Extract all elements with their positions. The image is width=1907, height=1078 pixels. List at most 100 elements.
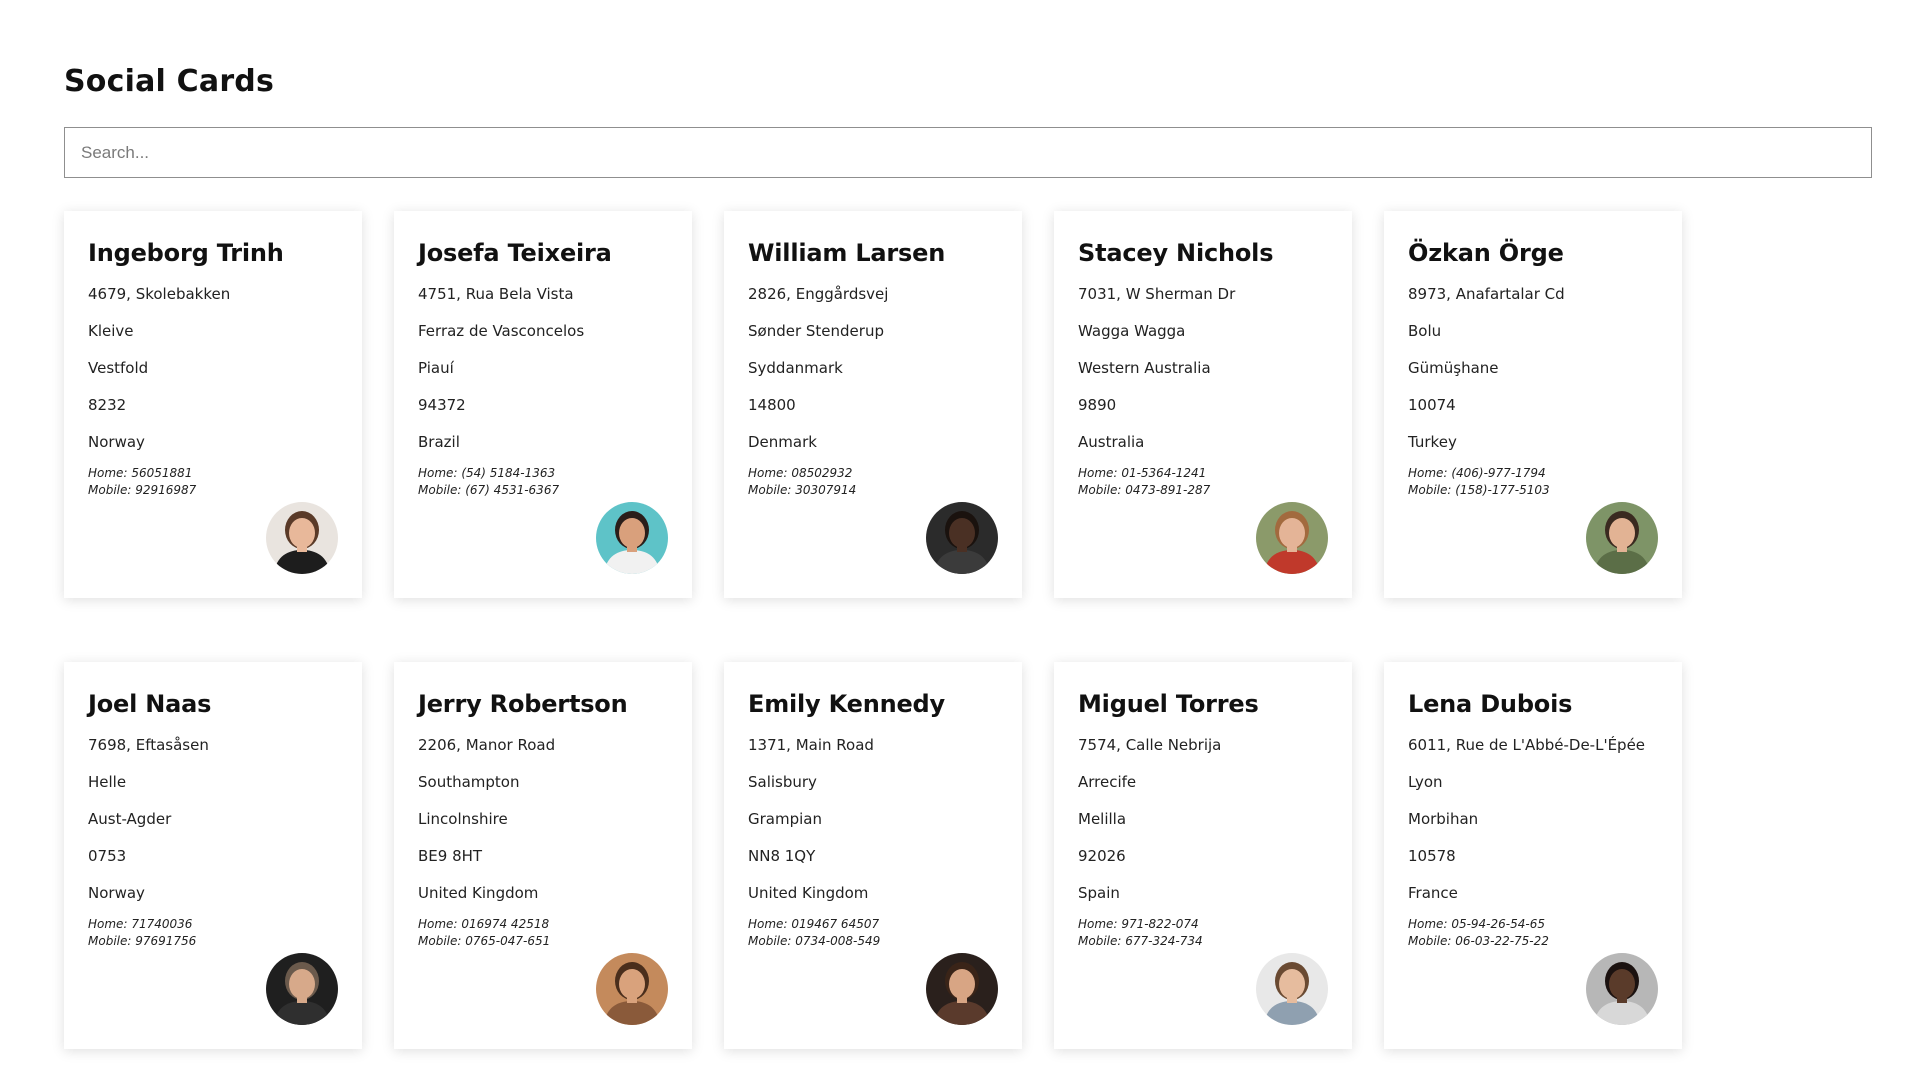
address-state: Gümüşhane (1408, 359, 1499, 377)
mobile-phone-label: Mobile: (88, 483, 132, 497)
social-card: Ingeborg Trinh 4679, Skolebakken Kleive … (64, 211, 362, 598)
avatar-photo-icon (1256, 953, 1328, 1025)
home-phone: Home: 019467 64507 (748, 916, 998, 933)
address-street: 4679, Skolebakken (88, 285, 231, 303)
address-postcode: 9890 (1078, 396, 1117, 414)
home-phone-value: 71740036 (131, 917, 193, 931)
mobile-phone: Mobile: 0473-891-287 (1078, 482, 1328, 499)
mobile-phone-value: 92916987 (135, 483, 197, 497)
card-name: Miguel Torres (1078, 690, 1259, 718)
phone-block: Home: 56051881 Mobile: 92916987 (88, 465, 338, 499)
home-phone-label: Home: (88, 466, 128, 480)
address-country: Norway (88, 433, 145, 451)
mobile-phone-value: (158)-177-5103 (1455, 483, 1550, 497)
avatar (1586, 502, 1658, 574)
home-phone-label: Home: (1408, 917, 1448, 931)
address-country: France (1408, 884, 1458, 902)
home-phone: Home: (54) 5184-1363 (418, 465, 668, 482)
address-country: Denmark (748, 433, 817, 451)
avatar-photo-icon (266, 953, 338, 1025)
home-phone-value: (54) 5184-1363 (461, 466, 556, 480)
home-phone-value: 016974 42518 (461, 917, 550, 931)
home-phone: Home: 08502932 (748, 465, 998, 482)
mobile-phone-value: 97691756 (135, 934, 197, 948)
address-street: 2206, Manor Road (418, 736, 556, 754)
home-phone: Home: (406)-977-1794 (1408, 465, 1658, 482)
address-city: Ferraz de Vasconcelos (418, 322, 585, 340)
address-city: Southampton (418, 773, 520, 791)
mobile-phone-value: (67) 4531-6367 (465, 483, 560, 497)
address-city: Lyon (1408, 773, 1443, 791)
address-country: Spain (1078, 884, 1120, 902)
avatar-photo-icon (1586, 502, 1658, 574)
address-country: Norway (88, 884, 145, 902)
avatar (596, 502, 668, 574)
mobile-phone-value: 30307914 (795, 483, 857, 497)
phone-block: Home: (406)-977-1794 Mobile: (158)-177-5… (1408, 465, 1658, 499)
search-input[interactable] (64, 127, 1872, 178)
phone-block: Home: 971-822-074 Mobile: 677-324-734 (1078, 916, 1328, 950)
mobile-phone-value: 06-03-22-75-22 (1455, 934, 1549, 948)
social-card: Özkan Örge 8973, Anafartalar Cd Bolu Güm… (1384, 211, 1682, 598)
home-phone-label: Home: (88, 917, 128, 931)
phone-block: Home: 05-94-26-54-65 Mobile: 06-03-22-75… (1408, 916, 1658, 950)
address-state: Morbihan (1408, 810, 1479, 828)
address-city: Salisbury (748, 773, 817, 791)
home-phone-value: 08502932 (791, 466, 853, 480)
address-city: Sønder Stenderup (748, 322, 884, 340)
avatar (1256, 953, 1328, 1025)
address-postcode: 14800 (748, 396, 796, 414)
mobile-phone: Mobile: 0734-008-549 (748, 933, 998, 950)
home-phone: Home: 016974 42518 (418, 916, 668, 933)
mobile-phone-label: Mobile: (1408, 934, 1452, 948)
mobile-phone-label: Mobile: (748, 934, 792, 948)
mobile-phone-label: Mobile: (418, 934, 462, 948)
home-phone: Home: 05-94-26-54-65 (1408, 916, 1658, 933)
avatar-photo-icon (1256, 502, 1328, 574)
phone-block: Home: (54) 5184-1363 Mobile: (67) 4531-6… (418, 465, 668, 499)
mobile-phone: Mobile: 30307914 (748, 482, 998, 499)
home-phone-label: Home: (1078, 466, 1118, 480)
mobile-phone-value: 0734-008-549 (795, 934, 881, 948)
mobile-phone: Mobile: 97691756 (88, 933, 338, 950)
address-state: Western Australia (1078, 359, 1211, 377)
home-phone: Home: 71740036 (88, 916, 338, 933)
avatar (596, 953, 668, 1025)
address-state: Aust-Agder (88, 810, 172, 828)
address-country: Brazil (418, 433, 460, 451)
address-country: United Kingdom (748, 884, 869, 902)
address-city: Helle (88, 773, 127, 791)
card-name: William Larsen (748, 239, 946, 267)
card-name: Josefa Teixeira (418, 239, 612, 267)
avatar-photo-icon (596, 502, 668, 574)
social-card: Emily Kennedy 1371, Main Road Salisbury … (724, 662, 1022, 1049)
phone-block: Home: 01-5364-1241 Mobile: 0473-891-287 (1078, 465, 1328, 499)
mobile-phone-label: Mobile: (1078, 934, 1122, 948)
card-name: Stacey Nichols (1078, 239, 1274, 267)
address-country: Australia (1078, 433, 1145, 451)
avatar (266, 953, 338, 1025)
address-state: Grampian (748, 810, 822, 828)
home-phone: Home: 971-822-074 (1078, 916, 1328, 933)
mobile-phone-label: Mobile: (88, 934, 132, 948)
avatar-photo-icon (266, 502, 338, 574)
page-title: Social Cards (64, 64, 275, 99)
mobile-phone-label: Mobile: (748, 483, 792, 497)
mobile-phone-value: 677-324-734 (1125, 934, 1203, 948)
address-city: Kleive (88, 322, 134, 340)
card-name: Joel Naas (88, 690, 212, 718)
home-phone-value: (406)-977-1794 (1451, 466, 1546, 480)
home-phone-value: 56051881 (131, 466, 193, 480)
social-card: Joel Naas 7698, Eftasåsen Helle Aust-Agd… (64, 662, 362, 1049)
home-phone-label: Home: (418, 466, 458, 480)
home-phone-label: Home: (748, 466, 788, 480)
address-postcode: 92026 (1078, 847, 1126, 865)
card-name: Özkan Örge (1408, 239, 1564, 267)
cards-grid: Ingeborg Trinh 4679, Skolebakken Kleive … (64, 211, 1682, 1049)
address-postcode: 0753 (88, 847, 127, 865)
address-postcode: 10074 (1408, 396, 1456, 414)
address-state: Vestfold (88, 359, 149, 377)
mobile-phone-label: Mobile: (418, 483, 462, 497)
home-phone: Home: 56051881 (88, 465, 338, 482)
phone-block: Home: 71740036 Mobile: 97691756 (88, 916, 338, 950)
